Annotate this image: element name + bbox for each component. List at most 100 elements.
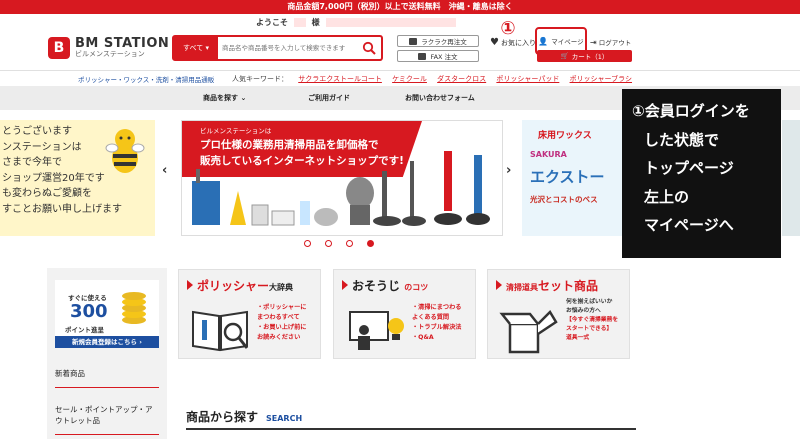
- keyword-link[interactable]: サクラエクストールコート: [298, 75, 382, 83]
- callout-line: ①会員ログインを: [632, 102, 750, 120]
- points-label: ポイント進呈: [65, 326, 104, 334]
- fax-icon: [418, 52, 427, 60]
- sub-navigation: ポリッシャー・ワックス・洗剤・清掃用品通販 人気キーワード： サクラエクストール…: [0, 70, 800, 86]
- logo-main-text: BM STATION: [75, 36, 170, 51]
- card-title-main: おそうじ: [352, 279, 401, 293]
- redacted-name: [293, 18, 306, 27]
- open-box-icon: [499, 309, 558, 354]
- mypage-label: マイページ: [551, 38, 584, 46]
- cart-icon: 🛒: [560, 52, 569, 60]
- sidebar-item-sale[interactable]: セール・ポイントアップ・アウトレット品: [55, 404, 159, 435]
- card-line: まつわるすべて: [257, 314, 300, 321]
- card-line: ・ポリッシャーに: [257, 304, 307, 311]
- right-banner-title: 床用ワックス: [538, 131, 592, 141]
- section-title: 商品から探す: [186, 410, 259, 424]
- cleaning-products-image: [192, 151, 490, 226]
- bee-mascot-icon: [105, 129, 145, 173]
- right-slide-banner[interactable]: 床用ワックス SAKURA エクストー 光沢とコストのベス: [522, 120, 622, 236]
- card-title: ポリッシャー大辞典: [187, 277, 293, 294]
- section-subtitle: SEARCH: [266, 414, 303, 423]
- keyword-link[interactable]: ポリッシャーパッド: [496, 75, 559, 83]
- tagline: ポリッシャー・ワックス・洗剤・清掃用品通販: [78, 75, 215, 84]
- keyword-link[interactable]: ダスタークロス: [437, 75, 486, 83]
- carousel-dot[interactable]: [346, 240, 353, 247]
- quick-reorder-button[interactable]: ラクラク再注文: [397, 35, 479, 47]
- register-button[interactable]: 新規会員登録はこちら ›: [55, 336, 159, 348]
- keyword-link[interactable]: ポリッシャーブラシ: [570, 75, 632, 83]
- search-category-label: すべて: [183, 44, 204, 52]
- nav-contact-form[interactable]: お問い合わせフォーム: [405, 86, 475, 110]
- user-icon: 👤: [538, 36, 549, 46]
- section-heading: 商品から探す SEARCH: [186, 408, 302, 425]
- redacted-info: [326, 18, 457, 27]
- main-slide-banner[interactable]: ビルメンステーションは プロ仕様の業務用清掃用品を卸価格で 販売しているインター…: [181, 120, 503, 236]
- card-line: ・お買い上げ前に: [257, 324, 307, 331]
- card-line: お読みください: [257, 334, 301, 341]
- search-button[interactable]: [357, 37, 381, 59]
- teacher-board-icon: [349, 311, 404, 350]
- card-line: お悩みの方へ: [566, 308, 601, 314]
- carousel-dot[interactable]: [325, 240, 332, 247]
- section-divider: [186, 428, 636, 430]
- welcome-message: ようこそ 様: [256, 17, 457, 28]
- card-cleaning-tips[interactable]: おそうじ のコツ ・清掃にまつわる よくある質問 ・トラブル解決法 ・Q&A: [333, 269, 476, 359]
- search-icon: [362, 41, 376, 55]
- card-title-sub: のコツ: [404, 283, 429, 292]
- callout-line: 左上の: [644, 187, 690, 206]
- carousel-next-button[interactable]: ›: [506, 163, 511, 178]
- card-cleaning-set[interactable]: 清掃道具セット商品 何を揃えばいいか お悩みの方へ 【今すぐ清掃業務を スタート…: [487, 269, 630, 359]
- edge-banner: [782, 120, 800, 236]
- carousel-prev-button[interactable]: ‹: [162, 163, 167, 178]
- arrow-icon: [496, 280, 502, 290]
- card-line: ・清掃にまつわる: [412, 304, 462, 311]
- site-logo[interactable]: B BM STATION ビルメンステーション: [48, 37, 169, 59]
- arrow-icon: [187, 280, 193, 290]
- book-magnifier-icon: [192, 310, 249, 352]
- honorific: 様: [311, 18, 320, 27]
- callout-line: トップページ: [644, 159, 734, 177]
- welcome-label: ようこそ: [256, 18, 288, 27]
- logout-label: ログアウト: [598, 39, 632, 47]
- callout-line: した状態で: [644, 130, 720, 149]
- keywords-label: 人気キーワード：: [232, 74, 288, 83]
- nav-label: 商品を探す: [203, 94, 238, 102]
- nav-usage-guide[interactable]: ご利用ガイド: [308, 86, 350, 110]
- free-shipping-bar: 商品金額7,000円（税別）以上で送料無料 沖縄・離島は除く: [0, 0, 800, 14]
- logo-sub-text: ビルメンステーション: [75, 50, 145, 58]
- search-bar: すべて ▾: [172, 35, 383, 61]
- carousel-dot-active[interactable]: [367, 240, 374, 247]
- logo-mark: B: [48, 37, 70, 59]
- fax-order-label: FAX 注文: [430, 53, 458, 61]
- arrow-icon: [342, 280, 348, 290]
- card-line: スタートできる】: [566, 326, 613, 332]
- right-banner-product: エクストー: [530, 168, 605, 186]
- card-line: ・トラブル解決法: [412, 324, 462, 331]
- search-input[interactable]: [218, 37, 357, 59]
- card-title-sub: セット商品: [538, 279, 599, 293]
- card-title: 清掃道具セット商品: [496, 277, 598, 294]
- card-text: ・ポリッシャーに まつわるすべて ・お買い上げ前に お読みください: [257, 303, 307, 343]
- card-line: 道具一式: [566, 335, 590, 341]
- carousel-dot[interactable]: [304, 240, 311, 247]
- cart-button[interactable]: 🛒 カート（1）: [537, 50, 632, 62]
- card-text: 何を揃えばいいか お悩みの方へ 【今すぐ清掃業務を スタートできる】 道具一式: [566, 298, 618, 343]
- keyword-link[interactable]: ケミクール: [392, 75, 427, 83]
- card-title: おそうじ のコツ: [342, 277, 428, 294]
- nav-search-products[interactable]: 商品を探す ⌄: [203, 86, 246, 110]
- right-banner-brand: SAKURA: [530, 150, 567, 159]
- logout-link[interactable]: ⇥ ログアウト: [590, 37, 631, 47]
- card-polisher-guide[interactable]: ポリッシャー大辞典 ・ポリッシャーに まつわるすべて ・お買い上げ前に お読みく…: [178, 269, 321, 359]
- cart-label: カート（1）: [571, 53, 609, 61]
- reorder-icon: [409, 37, 418, 45]
- fax-order-button[interactable]: FAX 注文: [397, 50, 479, 62]
- sidebar-item-new[interactable]: 新着商品: [55, 368, 159, 388]
- coins-icon: [122, 292, 146, 324]
- logout-icon: ⇥: [590, 38, 597, 47]
- card-line: ・Q&A: [412, 334, 434, 341]
- search-category-select[interactable]: すべて ▾: [174, 37, 218, 59]
- card-title-main: 清掃道具: [506, 283, 538, 292]
- card-title-sub: 大辞典: [269, 283, 294, 292]
- card-line: よくある質問: [412, 314, 450, 321]
- right-banner-caption: 光沢とコストのベス: [530, 195, 598, 204]
- chevron-down-icon: ⌄: [240, 94, 247, 102]
